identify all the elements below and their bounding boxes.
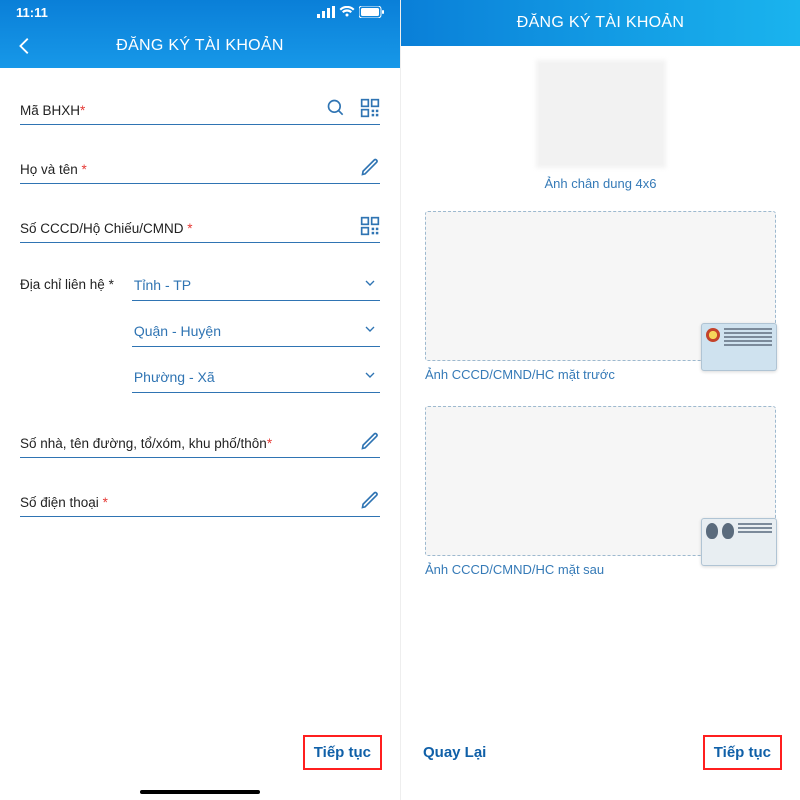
chevron-left-icon bbox=[14, 35, 36, 57]
edit-icon[interactable] bbox=[360, 431, 380, 451]
back-link[interactable]: Quay Lại bbox=[423, 744, 486, 761]
status-icons bbox=[317, 6, 384, 18]
ward-select[interactable]: Phường - Xã bbox=[132, 361, 380, 393]
phone-field[interactable]: Số điện thoại * bbox=[20, 484, 380, 517]
street-field[interactable]: Số nhà, tên đường, tổ/xóm, khu phố/thôn* bbox=[20, 425, 380, 458]
bhxh-field[interactable]: Mã BHXH* bbox=[20, 92, 380, 125]
name-field[interactable]: Họ và tên * bbox=[20, 151, 380, 184]
id-label: Số CCCD/Hộ Chiếu/CMND * bbox=[20, 221, 193, 236]
name-label: Họ và tên * bbox=[20, 162, 87, 177]
bhxh-label: Mã BHXH* bbox=[20, 103, 85, 118]
phone-label: Số điện thoại * bbox=[20, 495, 108, 510]
screen-register-photos: ĐĂNG KÝ TÀI KHOẢN Ảnh chân dung 4x6 Ảnh … bbox=[400, 0, 800, 800]
address-group: Địa chỉ liên hệ * Tỉnh - TP Quận - Huyện… bbox=[20, 269, 380, 393]
screen-register-form: 11:11 ĐĂNG KÝ TÀI KHOẢN Mã BHXH* Họ và t… bbox=[0, 0, 400, 800]
address-label: Địa chỉ liên hệ * bbox=[20, 269, 114, 292]
signal-icon bbox=[317, 6, 335, 18]
home-indicator[interactable] bbox=[140, 790, 260, 794]
edit-icon[interactable] bbox=[360, 490, 380, 510]
qr-icon[interactable] bbox=[360, 98, 380, 118]
battery-icon bbox=[359, 6, 384, 18]
wifi-icon bbox=[339, 6, 355, 18]
search-icon[interactable] bbox=[326, 98, 346, 118]
province-select[interactable]: Tỉnh - TP bbox=[132, 269, 380, 301]
header: ĐĂNG KÝ TÀI KHOẢN bbox=[401, 0, 800, 46]
next-button[interactable]: Tiếp tục bbox=[303, 735, 382, 770]
portrait-caption: Ảnh chân dung 4x6 bbox=[425, 176, 776, 191]
chevron-down-icon bbox=[362, 275, 378, 291]
province-value: Tỉnh - TP bbox=[134, 277, 191, 293]
chevron-down-icon bbox=[362, 367, 378, 383]
district-select[interactable]: Quận - Huyện bbox=[132, 315, 380, 347]
edit-icon[interactable] bbox=[360, 157, 380, 177]
status-time: 11:11 bbox=[16, 5, 48, 20]
page-title: ĐĂNG KÝ TÀI KHOẢN bbox=[517, 14, 685, 32]
portrait-upload[interactable] bbox=[536, 60, 666, 168]
next-button[interactable]: Tiếp tục bbox=[703, 735, 782, 770]
page-title: ĐĂNG KÝ TÀI KHOẢN bbox=[116, 37, 284, 55]
registration-form: Mã BHXH* Họ và tên * Số CCCD/Hộ Chiếu/CM… bbox=[0, 68, 400, 517]
chevron-down-icon bbox=[362, 321, 378, 337]
district-value: Quận - Huyện bbox=[134, 323, 221, 339]
header: 11:11 ĐĂNG KÝ TÀI KHOẢN bbox=[0, 0, 400, 68]
street-label: Số nhà, tên đường, tổ/xóm, khu phố/thôn* bbox=[20, 436, 272, 451]
id-field[interactable]: Số CCCD/Hộ Chiếu/CMND * bbox=[20, 210, 380, 243]
id-front-thumb bbox=[701, 323, 777, 371]
qr-icon[interactable] bbox=[360, 216, 380, 236]
ward-value: Phường - Xã bbox=[134, 369, 215, 385]
id-back-thumb bbox=[701, 518, 777, 566]
status-bar: 11:11 bbox=[0, 0, 400, 24]
back-button[interactable] bbox=[10, 31, 40, 61]
